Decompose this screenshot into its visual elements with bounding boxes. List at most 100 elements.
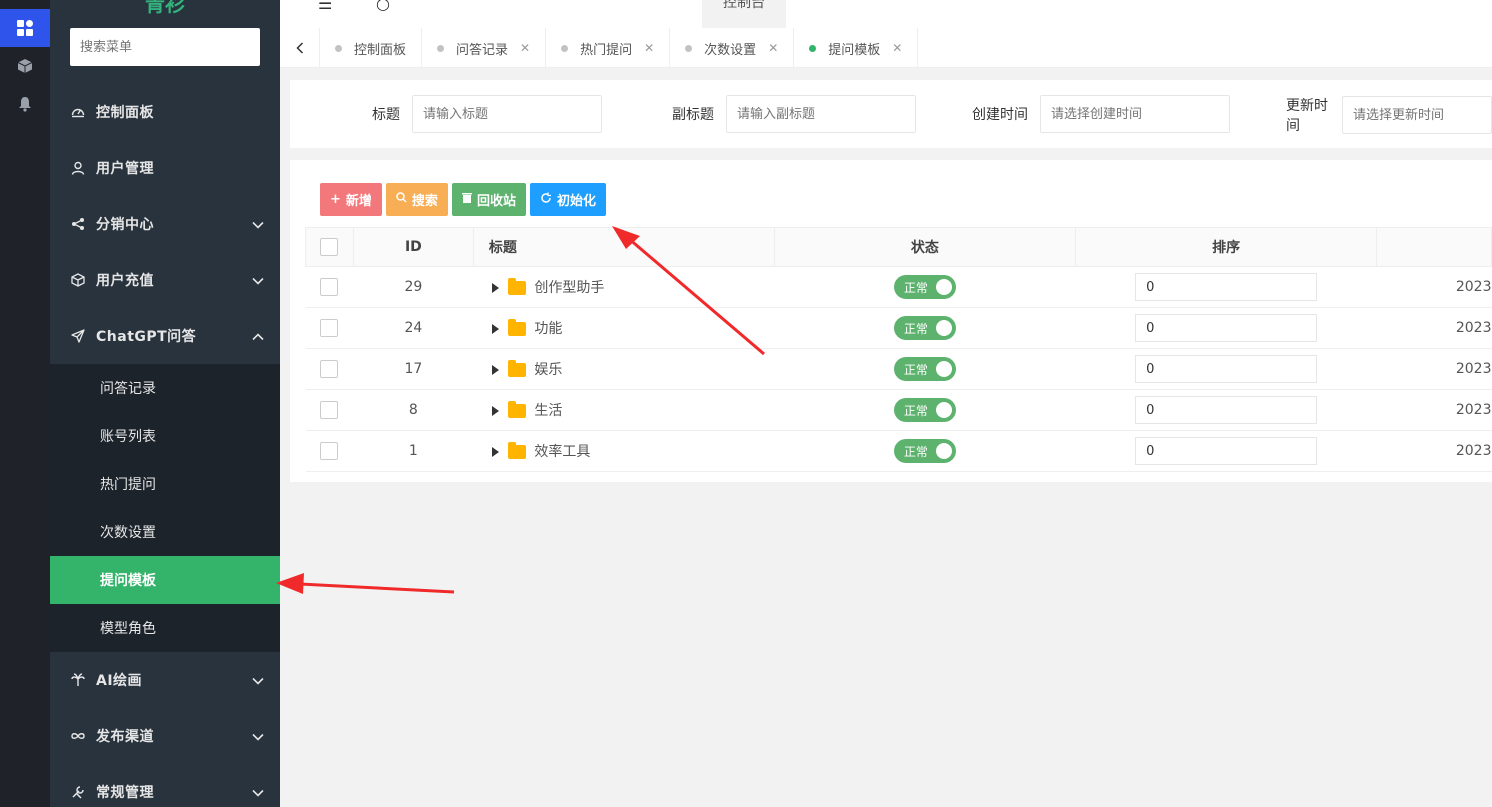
sort-input[interactable] <box>1135 355 1318 383</box>
sidebar-subitem-count-settings[interactable]: 次数设置 <box>50 508 280 556</box>
refresh-icon[interactable]: ○ <box>376 0 390 13</box>
sidebar-subitem-account-list[interactable]: 账号列表 <box>50 412 280 460</box>
sidebar-item-channels[interactable]: 发布渠道 <box>50 708 280 764</box>
title-input[interactable] <box>412 95 602 133</box>
tabs-prev-button[interactable] <box>280 28 320 68</box>
status-toggle[interactable]: 正常 <box>893 398 956 422</box>
table-row[interactable]: 17 娱乐 正常 2023 <box>305 348 1492 390</box>
subtitle-input[interactable] <box>726 95 916 133</box>
apps-icon[interactable] <box>0 9 50 47</box>
row-checkbox[interactable] <box>320 360 339 378</box>
tab-count-settings[interactable]: 次数设置 ✕ <box>670 28 795 68</box>
sidebar-subitem-hot-questions[interactable]: 热门提问 <box>50 460 280 508</box>
column-header-id[interactable]: ID <box>352 227 474 267</box>
tab-question-templates[interactable]: 提问模板 ✕ <box>794 28 919 68</box>
sort-input[interactable] <box>1135 314 1318 342</box>
cube-icon[interactable] <box>0 47 50 85</box>
add-button[interactable]: + 新增 <box>320 183 382 216</box>
sidebar-item-chatgpt[interactable]: ChatGPT问答 <box>50 308 280 364</box>
close-icon[interactable]: ✕ <box>644 41 654 55</box>
filter-subtitle: 副标题 <box>672 95 916 133</box>
sidebar-item-general[interactable]: 常规管理 <box>50 764 280 807</box>
user-icon <box>70 160 86 176</box>
row-title: 功能 <box>534 321 563 337</box>
select-all-checkbox[interactable] <box>320 238 339 256</box>
dashboard-icon <box>70 104 86 120</box>
row-checkbox[interactable] <box>320 401 339 419</box>
expand-triangle-icon[interactable] <box>492 365 500 375</box>
close-icon[interactable]: ✕ <box>520 41 530 55</box>
menu-search-input[interactable] <box>70 28 260 66</box>
row-checkbox[interactable] <box>320 319 339 337</box>
icon-rail <box>0 0 50 807</box>
sidebar-item-users[interactable]: 用户管理 <box>50 140 280 196</box>
column-header-status[interactable]: 状态 <box>773 227 1077 267</box>
header-tab-console[interactable]: 控制台 <box>702 0 786 28</box>
sidebar-item-recharge[interactable]: 用户充值 <box>50 252 280 308</box>
row-title: 娱乐 <box>534 362 563 378</box>
expand-triangle-icon[interactable] <box>492 283 500 293</box>
row-title: 生活 <box>534 403 563 419</box>
status-toggle-label: 正常 <box>903 280 928 295</box>
chevron-down-icon <box>252 785 264 801</box>
row-checkbox[interactable] <box>320 278 339 296</box>
sort-input[interactable] <box>1135 396 1318 424</box>
tab-qa-records[interactable]: 问答记录 ✕ <box>422 28 547 68</box>
expand-triangle-icon[interactable] <box>492 406 500 416</box>
folder-icon <box>508 401 527 418</box>
sidebar-subitem-qa-records[interactable]: 问答记录 <box>50 364 280 412</box>
recycle-bin-button[interactable]: 回收站 <box>451 183 526 216</box>
tab-label: 问答记录 <box>456 42 509 58</box>
table-row[interactable]: 24 功能 正常 2023 <box>305 307 1492 349</box>
created-time-input[interactable] <box>1040 95 1230 133</box>
status-toggle[interactable]: 正常 <box>893 357 956 381</box>
row-checkbox[interactable] <box>320 442 339 460</box>
sidebar-item-dashboard[interactable]: 控制面板 <box>50 84 280 140</box>
trash-icon <box>461 192 472 207</box>
sort-input[interactable] <box>1135 437 1318 465</box>
bell-icon[interactable] <box>0 85 50 123</box>
search-button[interactable]: 搜索 <box>385 183 448 216</box>
table-header-row: ID 标题 状态 排序 <box>305 227 1492 267</box>
filter-updated-label: 更新时间 <box>1286 98 1328 134</box>
sidebar-item-distribution[interactable]: 分销中心 <box>50 196 280 252</box>
row-status-cell: 正常 <box>774 389 1076 431</box>
close-icon[interactable]: ✕ <box>768 41 778 55</box>
search-button-label: 搜索 <box>411 194 438 209</box>
chevron-up-icon <box>252 329 264 345</box>
sidebar-item-ai-drawing[interactable]: AI绘画 <box>50 652 280 708</box>
folder-icon <box>508 278 527 295</box>
expand-triangle-icon[interactable] <box>492 324 500 334</box>
status-toggle[interactable]: 正常 <box>893 316 956 340</box>
table-row[interactable]: 8 生活 正常 2023 <box>305 389 1492 431</box>
row-select-cell <box>305 348 354 390</box>
tools-icon <box>70 784 86 800</box>
table-row[interactable]: 29 创作型助手 正常 2023 <box>305 266 1492 308</box>
sidebar-subitem-model-roles[interactable]: 模型角色 <box>50 604 280 652</box>
table-row[interactable]: 1 效率工具 正常 2023 <box>305 430 1492 472</box>
close-icon[interactable]: ✕ <box>892 41 902 55</box>
column-header-sort[interactable]: 排序 <box>1075 227 1378 267</box>
row-sort-cell <box>1075 348 1377 390</box>
sidebar-subitem-question-templates[interactable]: 提问模板 <box>50 556 280 604</box>
sort-input[interactable] <box>1135 273 1318 301</box>
menu-toggle-icon[interactable]: ☰ <box>318 0 332 13</box>
chatgpt-submenu: 问答记录 账号列表 热门提问 次数设置 提问模板 模型角色 <box>50 364 280 652</box>
expand-triangle-icon[interactable] <box>492 447 500 457</box>
row-status-cell: 正常 <box>774 307 1076 349</box>
tab-dot <box>335 44 342 52</box>
row-select-cell <box>305 266 354 308</box>
updated-time-input[interactable] <box>1342 96 1492 134</box>
status-toggle[interactable]: 正常 <box>893 439 956 463</box>
tab-label: 提问模板 <box>828 42 881 58</box>
initialize-button[interactable]: 初始化 <box>529 183 606 216</box>
tab-dot <box>437 44 445 52</box>
toggle-knob <box>935 402 952 418</box>
row-sort-cell <box>1075 389 1377 431</box>
tab-hot-questions[interactable]: 热门提问 ✕ <box>546 28 671 68</box>
status-toggle[interactable]: 正常 <box>893 275 956 299</box>
column-header-title[interactable]: 标题 <box>472 227 775 267</box>
chevron-down-icon <box>252 729 264 745</box>
filter-panel: 标题 副标题 创建时间 更新时间 <box>290 80 1492 148</box>
tab-dashboard[interactable]: 控制面板 <box>320 28 423 68</box>
